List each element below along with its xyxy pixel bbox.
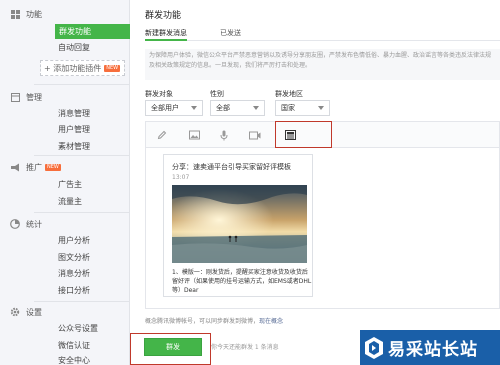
sidebar-group-function: 功能 — [10, 7, 42, 21]
sidebar-item-message-analysis[interactable]: 消息分析 — [0, 266, 130, 281]
sidebar-group-statistics: 统计 — [10, 217, 42, 231]
region-label: 群发地区 — [275, 90, 303, 98]
grid-icon — [10, 9, 20, 19]
divider — [34, 301, 130, 302]
divider — [34, 155, 130, 156]
gender-select[interactable]: 全部 — [210, 100, 265, 116]
sidebar-group-settings: 设置 — [10, 305, 42, 319]
target-label: 群发对象 — [145, 90, 173, 98]
tab-bar: 新建群发消息 已发送 — [145, 27, 500, 41]
sidebar-item-user-analysis[interactable]: 用户分析 — [0, 233, 130, 248]
sidebar-item-wechat-verify[interactable]: 微信认证 — [0, 338, 130, 353]
pencil-icon[interactable] — [156, 129, 168, 141]
sidebar-group-label: 推广 — [26, 162, 42, 172]
gear-icon — [10, 307, 20, 317]
sidebar-item-user-manage[interactable]: 用户管理 — [0, 122, 130, 137]
gender-label: 性别 — [210, 90, 224, 98]
divider — [34, 84, 130, 85]
tab-sent[interactable]: 已发送 — [220, 27, 241, 41]
send-quota-text: 你今天还能群发 1 条消息 — [211, 344, 279, 351]
sidebar-item-auto-reply[interactable]: 自动回复 — [0, 40, 130, 55]
image-icon[interactable] — [188, 129, 200, 141]
bind-weibo-link[interactable]: 现在概念 — [259, 318, 283, 325]
message-description: 1、模版一：刚发货后，提醒买家注意收货及收货后留好评（如果使用的挂号运输方式，如… — [172, 269, 312, 294]
logo-mark-icon — [365, 336, 383, 359]
sidebar-item-security-center[interactable]: 安全中心 — [0, 353, 130, 365]
message-editor: 分享：速卖通平台引导买家留好评模板 13:07 1、模版一：刚发货后，提醒买家注… — [145, 121, 500, 309]
video-icon[interactable] — [249, 129, 261, 141]
chevron-down-icon — [253, 106, 259, 110]
microphone-icon[interactable] — [218, 129, 230, 141]
chevron-down-icon — [191, 106, 197, 110]
weibo-sync-hint: 概念腾讯微博帐号，可以同步群发到微博，现在概念 — [145, 316, 283, 325]
news-tool-highlight — [275, 121, 332, 148]
policy-notice: 为保障用户体验，微信公众平台严禁恶意营销以及诱导分享朋友圈，严禁发布色情低俗、暴… — [145, 49, 500, 80]
sidebar-group-label: 设置 — [26, 307, 42, 317]
chevron-down-icon — [318, 106, 324, 110]
message-time: 13:07 — [172, 174, 190, 181]
message-title: 分享：速卖通平台引导买家留好评模板 — [172, 163, 291, 171]
add-plugin-button[interactable]: + 添加功能插件 NEW — [40, 60, 125, 76]
new-badge: NEW — [104, 64, 121, 72]
region-select-value: 国家 — [281, 104, 295, 112]
logo-text: 易采站长站 — [388, 340, 478, 360]
chart-icon — [10, 219, 20, 229]
sidebar-group-manage: 管理 — [10, 90, 42, 104]
sidebar-group-label: 统计 — [26, 219, 42, 229]
sidebar-item-account-settings[interactable]: 公众号设置 — [0, 321, 130, 336]
sidebar-group-label: 功能 — [26, 9, 42, 19]
news-message-card[interactable]: 分享：速卖通平台引导买家留好评模板 13:07 1、模版一：刚发货后，提醒买家注… — [163, 154, 313, 297]
sidebar-item-mass-send[interactable]: 群发功能 — [55, 24, 130, 39]
sidebar-item-message-manage[interactable]: 消息管理 — [0, 106, 130, 121]
main-panel: 群发功能 新建群发消息 已发送 为保障用户体验，微信公众平台严禁恶意营销以及诱导… — [130, 0, 500, 365]
sidebar-group-label: 管理 — [26, 92, 42, 102]
megaphone-icon — [10, 162, 20, 172]
sidebar: 功能 群发功能 自动回复 + 添加功能插件 NEW 管理 消息管理 用户管理 素… — [0, 0, 130, 365]
divider — [34, 212, 130, 213]
sidebar-item-advertiser[interactable]: 广告主 — [0, 177, 130, 192]
sidebar-item-api-analysis[interactable]: 接口分析 — [0, 283, 130, 298]
region-select[interactable]: 国家 — [275, 100, 330, 116]
sidebar-item-publisher[interactable]: 流量主 — [0, 194, 130, 209]
send-button-highlight — [130, 333, 211, 365]
sidebar-item-article-analysis[interactable]: 图文分析 — [0, 250, 130, 265]
new-badge: NEW — [45, 163, 61, 171]
target-select-value: 全部用户 — [151, 104, 179, 112]
gender-select-value: 全部 — [216, 104, 230, 112]
target-select[interactable]: 全部用户 — [145, 100, 203, 116]
add-plugin-label: + 添加功能插件 — [44, 63, 102, 73]
page-title: 群发功能 — [145, 11, 182, 21]
grid-icon — [10, 92, 20, 102]
sidebar-group-promotion: 推广 NEW — [10, 160, 61, 174]
tab-new-message[interactable]: 新建群发消息 — [145, 27, 187, 41]
site-logo: 易采站长站 — [360, 330, 500, 365]
cover-image — [172, 185, 307, 263]
sidebar-item-material-manage[interactable]: 素材管理 — [0, 139, 130, 154]
weibo-sync-text: 概念腾讯微博帐号，可以同步群发到微博， — [145, 318, 260, 325]
